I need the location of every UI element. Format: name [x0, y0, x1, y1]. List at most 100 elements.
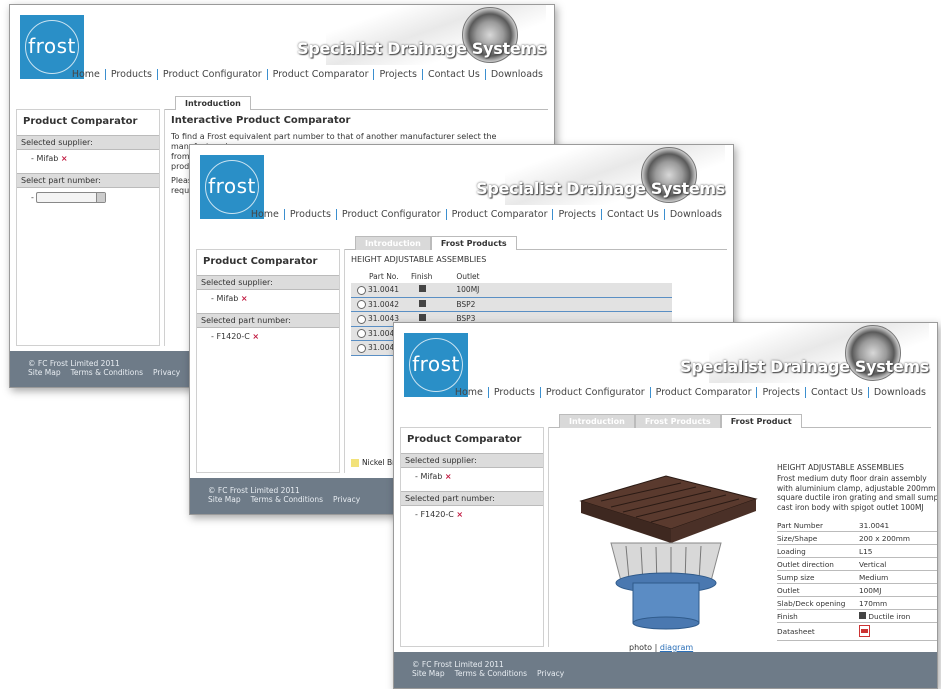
header-banner: Specialist Drainage Systems	[476, 145, 725, 207]
footer-terms[interactable]: Terms & Conditions	[455, 669, 527, 678]
intro-heading: Interactive Product Comparator	[171, 115, 351, 126]
tab-frost-products[interactable]: Frost Products	[430, 236, 517, 250]
image-caption: photo | diagram	[629, 643, 694, 652]
nav-home[interactable]: Home	[246, 209, 284, 220]
footer-terms[interactable]: Terms & Conditions	[251, 495, 323, 504]
selected-supplier-label: Selected supplier:	[197, 275, 339, 290]
selected-supplier-label: Selected supplier:	[17, 135, 159, 150]
selected-supplier: - Mifab ×	[415, 472, 452, 481]
table-row: Sump size Medium	[777, 570, 937, 584]
part-number-select[interactable]	[36, 192, 107, 203]
photo-link[interactable]: photo	[629, 643, 652, 652]
table-row: Part Number 31.0041	[777, 519, 937, 532]
table-row: Datasheet	[777, 622, 937, 641]
nav-projects[interactable]: Projects	[552, 209, 601, 220]
remove-part-icon[interactable]: ×	[456, 510, 463, 519]
nav-product-comparator[interactable]: Product Comparator	[445, 209, 553, 220]
row-radio[interactable]	[357, 314, 366, 324]
sidebar-title: Product Comparator	[407, 434, 522, 445]
nav-product-comparator[interactable]: Product Comparator	[649, 387, 757, 398]
diagram-link[interactable]: diagram	[660, 643, 693, 652]
table-row[interactable]: 31.0042 BSP2	[351, 297, 673, 312]
part-select-row: -	[17, 188, 159, 209]
nav-contact-us[interactable]: Contact Us	[421, 69, 485, 80]
nickel-bronze-swatch	[351, 459, 359, 467]
nav-products[interactable]: Products	[487, 387, 540, 398]
nav-home[interactable]: Home	[67, 69, 105, 80]
nav-products[interactable]: Products	[104, 69, 157, 80]
nav-contact-us[interactable]: Contact Us	[600, 209, 664, 220]
tagline: Specialist Drainage Systems	[680, 357, 929, 376]
products-heading: HEIGHT ADJUSTABLE ASSEMBLIES	[351, 255, 487, 264]
main-nav: Home Products Product Configurator Product …	[246, 209, 727, 220]
remove-supplier-icon[interactable]: ×	[445, 472, 452, 481]
footer-privacy[interactable]: Privacy	[537, 669, 564, 678]
remove-supplier-icon[interactable]: ×	[241, 294, 248, 303]
product-heading: HEIGHT ADJUSTABLE ASSEMBLIES	[777, 463, 904, 472]
main-nav: Home Products Product Configurator Product …	[450, 387, 931, 398]
row-radio[interactable]	[357, 300, 366, 309]
table-row: Finish Ductile iron	[777, 609, 937, 623]
table-row: Outlet direction Vertical	[777, 557, 937, 571]
nav-product-configurator[interactable]: Product Configurator	[335, 209, 446, 220]
footer-terms[interactable]: Terms & Conditions	[71, 368, 143, 377]
row-radio[interactable]	[357, 343, 366, 353]
remove-supplier-icon[interactable]: ×	[61, 154, 68, 163]
sidebar-title: Product Comparator	[203, 256, 318, 267]
header-banner: Specialist Drainage Systems	[680, 323, 929, 385]
window-frost-product: frost Specialist Drainage Systems Home Pr…	[393, 322, 938, 689]
tagline: Specialist Drainage Systems	[476, 179, 725, 198]
nav-contact-us[interactable]: Contact Us	[804, 387, 868, 398]
footer-privacy[interactable]: Privacy	[333, 495, 360, 504]
footer: © FC Frost Limited 2011 Site Map Terms & …	[394, 652, 937, 688]
selected-part: - F1420-C ×	[211, 332, 260, 341]
nav-projects[interactable]: Projects	[373, 69, 422, 80]
finish-swatch	[419, 314, 427, 322]
finish-swatch	[419, 299, 427, 307]
sidebar: Product Comparator Selected supplier: - …	[196, 249, 340, 473]
sidebar: Product Comparator Selected supplier: - …	[400, 427, 544, 647]
footer-site-map[interactable]: Site Map	[28, 368, 61, 377]
selected-supplier-label: Selected supplier:	[401, 453, 543, 468]
nav-products[interactable]: Products	[283, 209, 336, 220]
tab-introduction[interactable]: Introduction	[175, 96, 251, 110]
footer-site-map[interactable]: Site Map	[412, 669, 445, 678]
nav-product-configurator[interactable]: Product Configurator	[539, 387, 650, 398]
sidebar-title: Product Comparator	[23, 116, 138, 127]
nav-home[interactable]: Home	[450, 387, 488, 398]
nav-downloads[interactable]: Downloads	[663, 209, 727, 220]
selected-supplier: - Mifab ×	[211, 294, 248, 303]
nav-projects[interactable]: Projects	[756, 387, 805, 398]
sidebar: Product Comparator Selected supplier: - …	[16, 109, 160, 346]
pdf-datasheet-icon[interactable]	[859, 624, 870, 637]
tagline: Specialist Drainage Systems	[297, 39, 546, 58]
tab-frost-product[interactable]: Frost Product	[720, 414, 802, 428]
select-part-label: Select part number:	[17, 173, 159, 188]
nav-product-configurator[interactable]: Product Configurator	[156, 69, 267, 80]
header-banner: Specialist Drainage Systems	[297, 5, 546, 67]
nav-downloads[interactable]: Downloads	[867, 387, 931, 398]
finish-swatch	[859, 611, 866, 619]
table-row: Loading L15	[777, 544, 937, 558]
nav-downloads[interactable]: Downloads	[484, 69, 548, 80]
footer-site-map[interactable]: Site Map	[208, 495, 241, 504]
product-photo	[579, 475, 758, 630]
row-radio[interactable]	[357, 329, 366, 338]
tab-introduction[interactable]: Introduction	[559, 414, 635, 428]
footer-privacy[interactable]: Privacy	[153, 368, 180, 377]
selected-supplier: - Mifab ×	[31, 154, 68, 163]
row-radio[interactable]	[357, 285, 366, 295]
table-row[interactable]: 31.0041 100MJ	[351, 283, 673, 298]
table-row: Slab/Deck opening 170mm	[777, 596, 937, 610]
tab-frost-products[interactable]: Frost Products	[634, 414, 721, 428]
tab-introduction[interactable]: Introduction	[355, 236, 431, 250]
selected-part-label: Selected part number:	[401, 491, 543, 506]
nav-product-comparator[interactable]: Product Comparator	[266, 69, 374, 80]
selected-part-label: Selected part number:	[197, 313, 339, 328]
table-row: Outlet 100MJ	[777, 583, 937, 597]
finish-swatch	[419, 285, 427, 293]
main-nav: Home Products Product Configurator Product …	[67, 69, 548, 80]
selected-part: - F1420-C ×	[415, 510, 464, 519]
remove-part-icon[interactable]: ×	[252, 332, 259, 341]
product-description: HEIGHT ADJUSTABLE ASSEMBLIES Frost mediu…	[777, 463, 937, 512]
